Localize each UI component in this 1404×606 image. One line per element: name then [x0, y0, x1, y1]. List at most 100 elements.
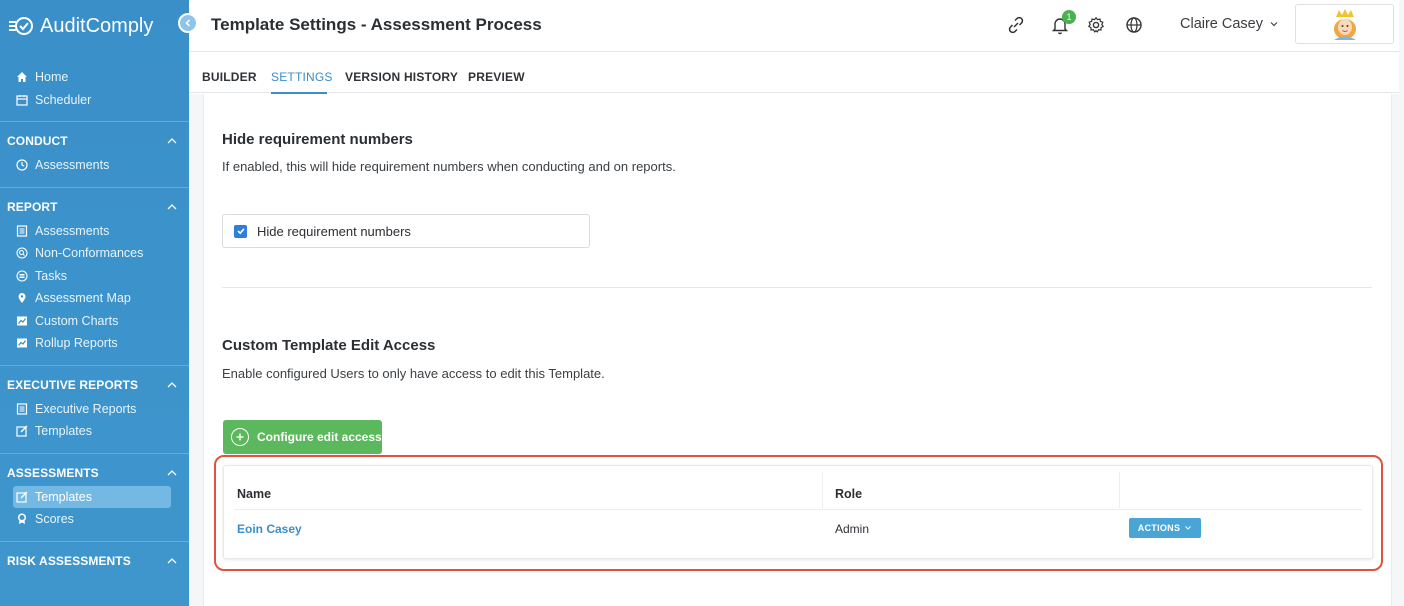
- tab-preview[interactable]: PREVIEW: [468, 70, 525, 84]
- chart-icon: [16, 337, 28, 349]
- hide-numbers-description: If enabled, this will hide requirement n…: [222, 159, 676, 174]
- sidebar-item-conduct-assessments[interactable]: Assessments: [0, 154, 189, 177]
- sidebar-group-report: REPORT Assessments Non-Conformances Task…: [0, 186, 189, 365]
- document-icon: [16, 225, 28, 237]
- settings-card: Hide requirement numbers If enabled, thi…: [203, 94, 1392, 606]
- sidebar-item-tasks[interactable]: Tasks: [0, 265, 189, 288]
- hide-numbers-title: Hide requirement numbers: [222, 131, 413, 148]
- edit-access-description: Enable configured Users to only have acc…: [222, 366, 605, 381]
- chevron-up-icon: [167, 203, 177, 209]
- group-title: EXECUTIVE REPORTS: [7, 377, 139, 392]
- avatar[interactable]: [1295, 4, 1394, 44]
- avatar-image: [1333, 9, 1356, 40]
- sidebar: AuditComply Home Scheduler CONDUCT Asses…: [0, 0, 189, 606]
- plus-circle-icon: [231, 428, 249, 446]
- chevron-up-icon: [167, 381, 177, 387]
- user-role: Admin: [835, 522, 870, 536]
- configure-edit-access-button[interactable]: Configure edit access: [223, 420, 382, 454]
- sidebar-item-rollup-reports[interactable]: Rollup Reports: [0, 332, 189, 355]
- settings-gear-icon[interactable]: [1085, 14, 1107, 36]
- calendar-icon: [16, 94, 28, 106]
- sidebar-group-risk-assessments: RISK ASSESSMENTS: [0, 540, 189, 584]
- link-icon[interactable]: [1005, 14, 1027, 36]
- sidebar-item-scheduler[interactable]: Scheduler: [0, 89, 189, 112]
- chart-icon: [16, 315, 28, 327]
- checkbox-label: Hide requirement numbers: [257, 223, 411, 239]
- logo-icon: [9, 17, 33, 35]
- sidebar-group-header[interactable]: RISK ASSESSMENTS: [0, 548, 189, 574]
- chevron-up-icon: [167, 557, 177, 563]
- group-title: RISK ASSESSMENTS: [7, 553, 131, 568]
- sidebar-group-executive-reports: EXECUTIVE REPORTS Executive Reports Temp…: [0, 364, 189, 453]
- edit-icon: [16, 425, 28, 437]
- sidebar-item-label: Scores: [35, 512, 74, 527]
- sidebar-group-assessments: ASSESSMENTS Templates Scores: [0, 452, 189, 541]
- column-header-name: Name: [237, 487, 272, 501]
- globe-icon[interactable]: [1123, 14, 1145, 36]
- page-title: Template Settings - Assessment Process: [211, 15, 542, 34]
- sidebar-item-home[interactable]: Home: [0, 66, 189, 89]
- list-circle-icon: [16, 270, 28, 282]
- sidebar-item-label: Rollup Reports: [35, 336, 118, 351]
- section-divider: [222, 287, 1372, 288]
- column-separator: [822, 472, 823, 508]
- notification-bell-icon[interactable]: 1: [1049, 10, 1076, 36]
- actions-dropdown-button[interactable]: ACTIONS: [1129, 518, 1201, 538]
- actions-label: ACTIONS: [1137, 523, 1181, 533]
- chevron-down-icon: [1185, 526, 1192, 530]
- sidebar-item-label: Tasks: [35, 268, 67, 283]
- document-icon: [16, 403, 28, 415]
- sidebar-item-label: Assessment Map: [35, 291, 131, 306]
- sidebar-item-label: Custom Charts: [35, 313, 119, 328]
- checkbox-checked-icon[interactable]: [234, 224, 247, 238]
- award-icon: [16, 513, 28, 525]
- sidebar-group-header[interactable]: REPORT: [0, 194, 189, 220]
- sidebar-group-conduct: CONDUCT Assessments: [0, 121, 189, 187]
- chevron-up-icon: [167, 138, 177, 144]
- sidebar-group-header[interactable]: EXECUTIVE REPORTS: [0, 372, 189, 398]
- sidebar-collapse-button[interactable]: [178, 13, 198, 33]
- sidebar-item-templates-active[interactable]: Templates: [13, 485, 171, 508]
- page-scrollbar[interactable]: [1399, 0, 1404, 606]
- column-separator: [1119, 472, 1120, 508]
- user-name-link[interactable]: Eoin Casey: [237, 522, 302, 536]
- edit-access-table: Name Role Eoin Casey Admin ACTIONS: [223, 465, 1373, 559]
- group-title: CONDUCT: [7, 134, 68, 148]
- user-menu[interactable]: Claire Casey: [1180, 16, 1279, 32]
- tab-version-history[interactable]: VERSION HISTORY: [345, 70, 458, 84]
- configure-button-label: Configure edit access: [257, 430, 382, 444]
- sidebar-item-scores[interactable]: Scores: [0, 508, 189, 531]
- chevron-up-icon: [167, 469, 177, 475]
- sidebar-group-header[interactable]: CONDUCT: [0, 128, 189, 154]
- sidebar-top-group: Home Scheduler: [0, 52, 189, 121]
- sidebar-item-report-assessments[interactable]: Assessments: [0, 220, 189, 243]
- top-bar: Template Settings - Assessment Process 1…: [189, 0, 1404, 52]
- sidebar-item-non-conformances[interactable]: Non-Conformances: [0, 242, 189, 265]
- app-name: AuditComply: [40, 14, 154, 37]
- sidebar-item-label: Templates: [35, 424, 92, 439]
- tab-builder[interactable]: BUILDER: [202, 70, 257, 84]
- sidebar-group-header[interactable]: ASSESSMENTS: [0, 460, 189, 486]
- hide-numbers-checkbox-field[interactable]: Hide requirement numbers: [222, 214, 590, 248]
- user-name: Claire Casey: [1180, 16, 1263, 32]
- sidebar-item-executive-reports[interactable]: Executive Reports: [0, 398, 189, 421]
- edit-icon: [16, 491, 28, 503]
- sidebar-item-label: Non-Conformances: [35, 246, 144, 261]
- group-title: ASSESSMENTS: [7, 465, 99, 480]
- main-content: Hide requirement numbers If enabled, thi…: [189, 94, 1404, 606]
- tab-bar: BUILDER SETTINGS VERSION HISTORY PREVIEW: [189, 53, 1404, 94]
- clock-icon: [16, 159, 28, 171]
- home-icon: [16, 71, 28, 83]
- chevron-down-icon: [1270, 22, 1278, 27]
- tab-settings[interactable]: SETTINGS: [271, 70, 333, 84]
- edit-access-title: Custom Template Edit Access: [222, 337, 436, 354]
- sidebar-item-custom-charts[interactable]: Custom Charts: [0, 310, 189, 333]
- group-title: REPORT: [7, 199, 58, 214]
- sidebar-item-label: Templates: [35, 489, 92, 504]
- brand[interactable]: AuditComply: [0, 0, 189, 52]
- sidebar-item-executive-templates[interactable]: Templates: [0, 420, 189, 443]
- sidebar-item-assessment-map[interactable]: Assessment Map: [0, 287, 189, 310]
- search-circle-icon: [16, 247, 28, 259]
- row-separator: [234, 509, 1362, 510]
- sidebar-item-label: Executive Reports: [35, 401, 137, 416]
